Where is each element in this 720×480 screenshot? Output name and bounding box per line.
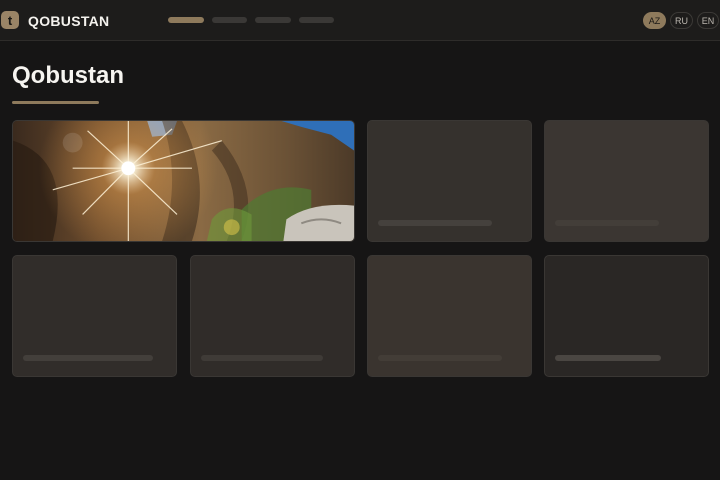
logo-icon[interactable]: t <box>1 11 19 29</box>
card-caption-placeholder <box>378 220 492 226</box>
card-caption-placeholder <box>378 355 502 361</box>
lang-button-az[interactable]: AZ <box>643 12 666 29</box>
card-caption-placeholder <box>23 355 153 361</box>
title-underline <box>12 101 99 104</box>
nav-item-3[interactable] <box>255 17 291 23</box>
nav-item-4[interactable] <box>299 17 334 23</box>
nav-item-2[interactable] <box>212 17 247 23</box>
gallery-card-6[interactable] <box>367 255 532 377</box>
gallery-card-7[interactable] <box>544 255 709 377</box>
card-caption-placeholder <box>201 355 323 361</box>
sunburst-rock-photo <box>13 121 354 241</box>
gallery-card-4[interactable] <box>12 255 177 377</box>
brand-name[interactable]: QOBUSTAN <box>28 13 109 29</box>
gallery-card-2[interactable] <box>367 120 532 242</box>
card-caption-placeholder <box>555 220 659 226</box>
nav-item-1[interactable] <box>168 17 204 23</box>
top-header: t QOBUSTAN AZ RU EN <box>0 0 720 41</box>
card-caption-placeholder <box>555 355 661 361</box>
page-title: Qobustan <box>12 62 124 89</box>
lang-button-ru[interactable]: RU <box>670 12 693 29</box>
gallery-card-3[interactable] <box>544 120 709 242</box>
gallery-photo-card[interactable] <box>12 120 355 242</box>
gallery-card-5[interactable] <box>190 255 355 377</box>
lang-button-en[interactable]: EN <box>697 12 719 29</box>
